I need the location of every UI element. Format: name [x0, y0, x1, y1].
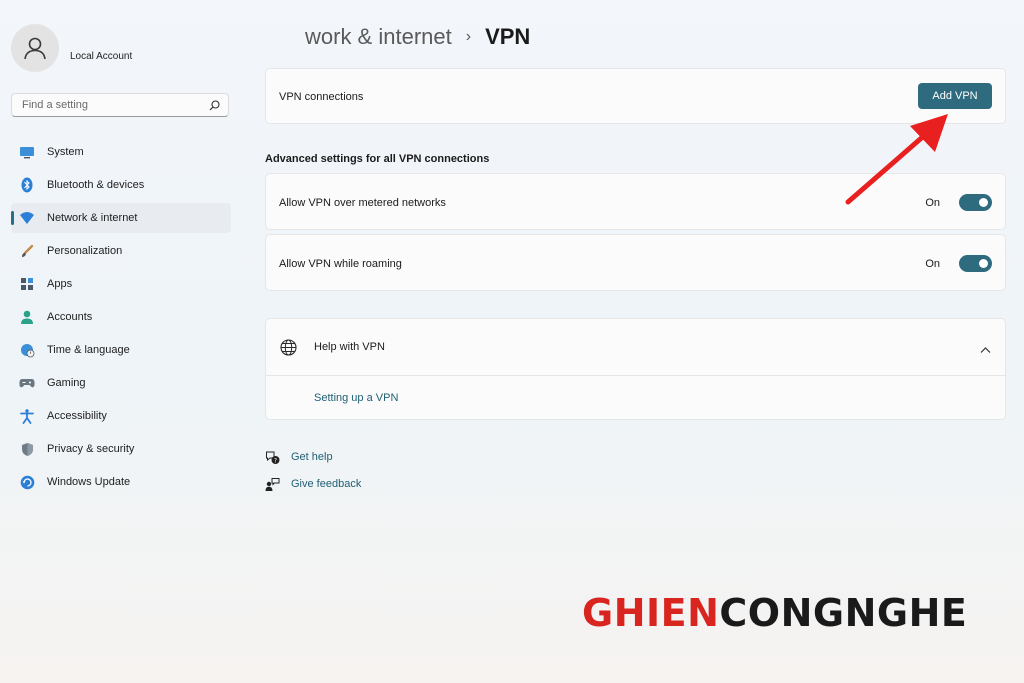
roaming-toggle-group: On: [925, 255, 992, 272]
setting-up-vpn-link[interactable]: Setting up a VPN: [314, 392, 398, 404]
page-title: VPN: [485, 24, 531, 49]
sidebar-item-label: Time & language: [47, 344, 130, 356]
sidebar-item-label: Bluetooth & devices: [47, 179, 145, 191]
sidebar-item-system[interactable]: System: [11, 137, 231, 167]
get-help-link[interactable]: ? Get help: [264, 449, 333, 465]
accessibility-icon: [19, 408, 35, 424]
sidebar-item-personalization[interactable]: Personalization: [11, 236, 231, 266]
breadcrumb: work & internet › VPN: [305, 24, 530, 50]
watermark-part-dark: CONGNGHE: [719, 591, 968, 635]
give-feedback-label: Give feedback: [291, 478, 362, 490]
gamepad-icon: [19, 375, 35, 391]
avatar[interactable]: [11, 24, 59, 72]
metered-label: Allow VPN over metered networks: [279, 197, 446, 209]
sidebar-item-windows-update[interactable]: Windows Update: [11, 467, 231, 497]
sidebar-item-label: Network & internet: [47, 212, 138, 224]
watermark-part-red: GHIEN: [582, 591, 720, 635]
roaming-label: Allow VPN while roaming: [279, 258, 402, 270]
add-vpn-button[interactable]: Add VPN: [918, 83, 992, 109]
sidebar-item-bluetooth[interactable]: Bluetooth & devices: [11, 170, 231, 200]
chevron-up-icon[interactable]: [980, 341, 991, 359]
account-name: Local Account: [70, 51, 133, 62]
advanced-settings-title: Advanced settings for all VPN connection…: [265, 153, 490, 165]
sidebar-item-label: Windows Update: [47, 476, 131, 488]
sidebar-item-network[interactable]: Network & internet: [11, 203, 231, 233]
display-icon: [19, 144, 35, 160]
bluetooth-icon: [19, 177, 35, 193]
sidebar-nav: System Bluetooth & devices Network & int…: [11, 137, 231, 500]
sidebar-item-label: System: [47, 146, 84, 158]
globe-clock-icon: [19, 342, 35, 358]
roaming-state: On: [925, 257, 940, 270]
sidebar-item-time-language[interactable]: Time & language: [11, 335, 231, 365]
get-help-label: Get help: [291, 451, 333, 463]
sidebar-item-label: Gaming: [47, 377, 86, 389]
person-icon: [24, 37, 46, 60]
give-feedback-link[interactable]: Give feedback: [264, 476, 361, 492]
feedback-icon: [264, 476, 280, 492]
brush-icon: [19, 243, 35, 259]
annotation-arrow-icon: [845, 114, 948, 205]
update-icon: [19, 474, 35, 490]
sidebar-item-apps[interactable]: Apps: [11, 269, 231, 299]
sidebar-item-label: Accounts: [47, 311, 93, 323]
roaming-toggle[interactable]: [959, 255, 992, 272]
vpn-connections-label: VPN connections: [279, 91, 364, 103]
search-input[interactable]: [20, 98, 209, 112]
get-help-icon: ?: [264, 449, 280, 465]
search-icon[interactable]: [209, 99, 220, 111]
breadcrumb-separator: ›: [465, 28, 472, 45]
help-card: Help with VPN Setting up a VPN: [265, 318, 1006, 420]
sidebar-item-label: Privacy & security: [47, 443, 135, 455]
sidebar-item-accounts[interactable]: Accounts: [11, 302, 231, 332]
shield-icon: [19, 441, 35, 457]
help-title[interactable]: Help with VPN: [314, 341, 385, 353]
globe-icon: [280, 339, 297, 361]
sidebar-item-label: Accessibility: [47, 410, 107, 422]
svg-text:?: ?: [273, 457, 276, 464]
sidebar-item-label: Personalization: [47, 245, 123, 257]
toggle-knob: [979, 198, 988, 207]
roaming-setting-row: Allow VPN while roaming On: [265, 234, 1006, 291]
wifi-icon: [19, 210, 35, 226]
sidebar-item-label: Apps: [47, 278, 73, 290]
toggle-knob: [979, 259, 988, 268]
search-box[interactable]: [11, 93, 229, 117]
apps-icon: [19, 276, 35, 292]
watermark-logo: GHIENCONGNGHE: [582, 591, 967, 635]
sidebar-item-accessibility[interactable]: Accessibility: [11, 401, 231, 431]
sidebar-item-privacy[interactable]: Privacy & security: [11, 434, 231, 464]
breadcrumb-parent[interactable]: work & internet: [305, 24, 452, 50]
help-divider: [266, 375, 1005, 376]
metered-toggle[interactable]: [959, 194, 992, 211]
person-icon: [19, 309, 35, 325]
sidebar-item-gaming[interactable]: Gaming: [11, 368, 231, 398]
